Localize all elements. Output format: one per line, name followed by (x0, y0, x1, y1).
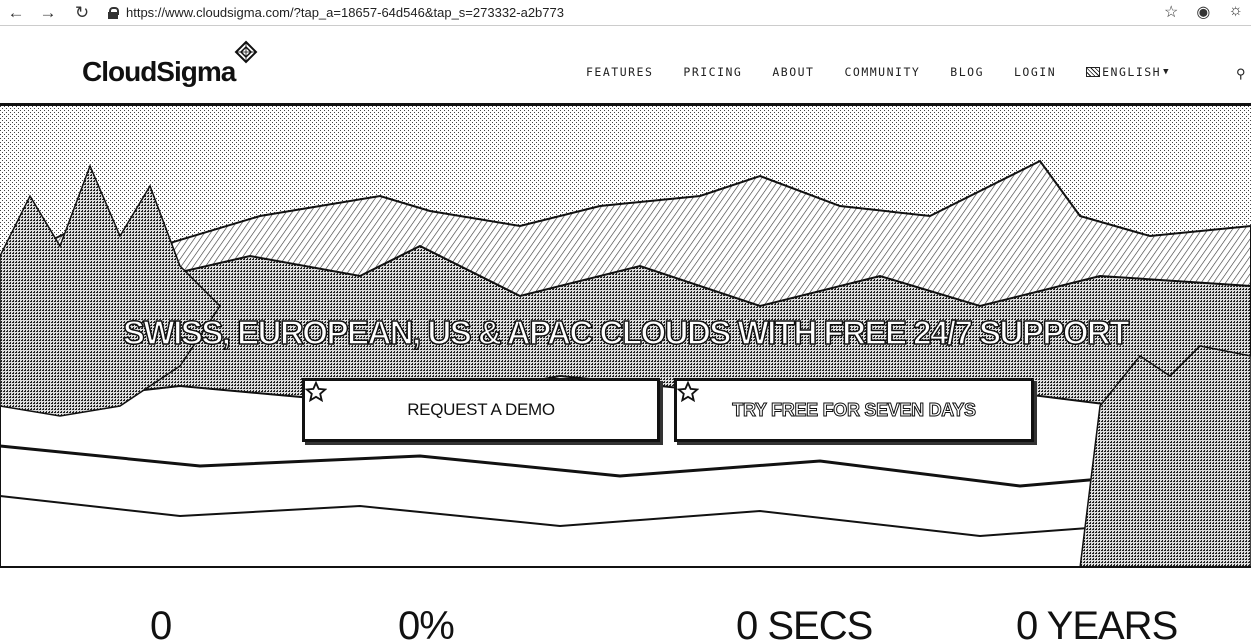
bookmark-star-icon[interactable]: ☆ (1164, 2, 1178, 22)
star-icon (305, 381, 327, 403)
nav-community[interactable]: COMMUNITY (844, 65, 920, 79)
url-text[interactable]: https://www.cloudsigma.com/?tap_a=18657-… (126, 5, 564, 20)
nav-blog[interactable]: BLOG (950, 65, 984, 79)
hero-headline: SWISS, EUROPEAN, US & APAC CLOUDS WITH F… (122, 313, 1130, 352)
reload-icon[interactable]: ↻ (70, 2, 94, 24)
nav-pricing[interactable]: PRICING (683, 65, 742, 79)
request-demo-label: REQUEST A DEMO (407, 400, 555, 419)
address-bar[interactable]: https://www.cloudsigma.com/?tap_a=18657-… (108, 3, 1128, 23)
profile-icon[interactable]: ☼ (1228, 2, 1243, 22)
forward-arrow-icon[interactable]: → (36, 2, 60, 24)
stat-value: 0 SECS (736, 604, 873, 644)
lock-icon (108, 6, 119, 19)
browser-toolbar: ← → ↻ https://www.cloudsigma.com/?tap_a=… (0, 0, 1251, 26)
logo-diamond-icon (234, 40, 258, 64)
chevron-down-icon: ▼ (1163, 67, 1171, 77)
nav-login[interactable]: LOGIN (1014, 65, 1056, 79)
main-nav: FEATURES PRICING ABOUT COMMUNITY BLOG LO… (586, 65, 1198, 79)
stat-value: 0% (398, 604, 455, 644)
free-trial-button[interactable]: TRY FREE FOR SEVEN DAYS (674, 378, 1034, 442)
language-label: ENGLISH (1102, 65, 1162, 79)
search-icon[interactable]: ⚲ (1236, 66, 1246, 82)
cloudsigma-logo[interactable]: CloudSigma (82, 56, 236, 88)
nav-about[interactable]: ABOUT (772, 65, 814, 79)
back-arrow-icon[interactable]: ← (4, 2, 28, 24)
request-demo-button[interactable]: REQUEST A DEMO (302, 378, 660, 442)
stats-row: 0 0% 0 SECS 0 YEARS (0, 568, 1251, 644)
stat-value: 0 (150, 604, 172, 644)
free-trial-label: TRY FREE FOR SEVEN DAYS (732, 399, 977, 420)
language-selector[interactable]: ENGLISH ▼ (1086, 65, 1170, 79)
hero-banner: SWISS, EUROPEAN, US & APAC CLOUDS WITH F… (0, 106, 1251, 568)
site-header: CloudSigma FEATURES PRICING ABOUT COMMUN… (0, 26, 1251, 106)
star-icon (677, 381, 699, 403)
nav-features[interactable]: FEATURES (586, 65, 653, 79)
extension-icon[interactable]: ◉ (1196, 2, 1210, 22)
uk-flag-icon (1086, 67, 1101, 77)
stat-value: 0 YEARS (1016, 604, 1178, 644)
